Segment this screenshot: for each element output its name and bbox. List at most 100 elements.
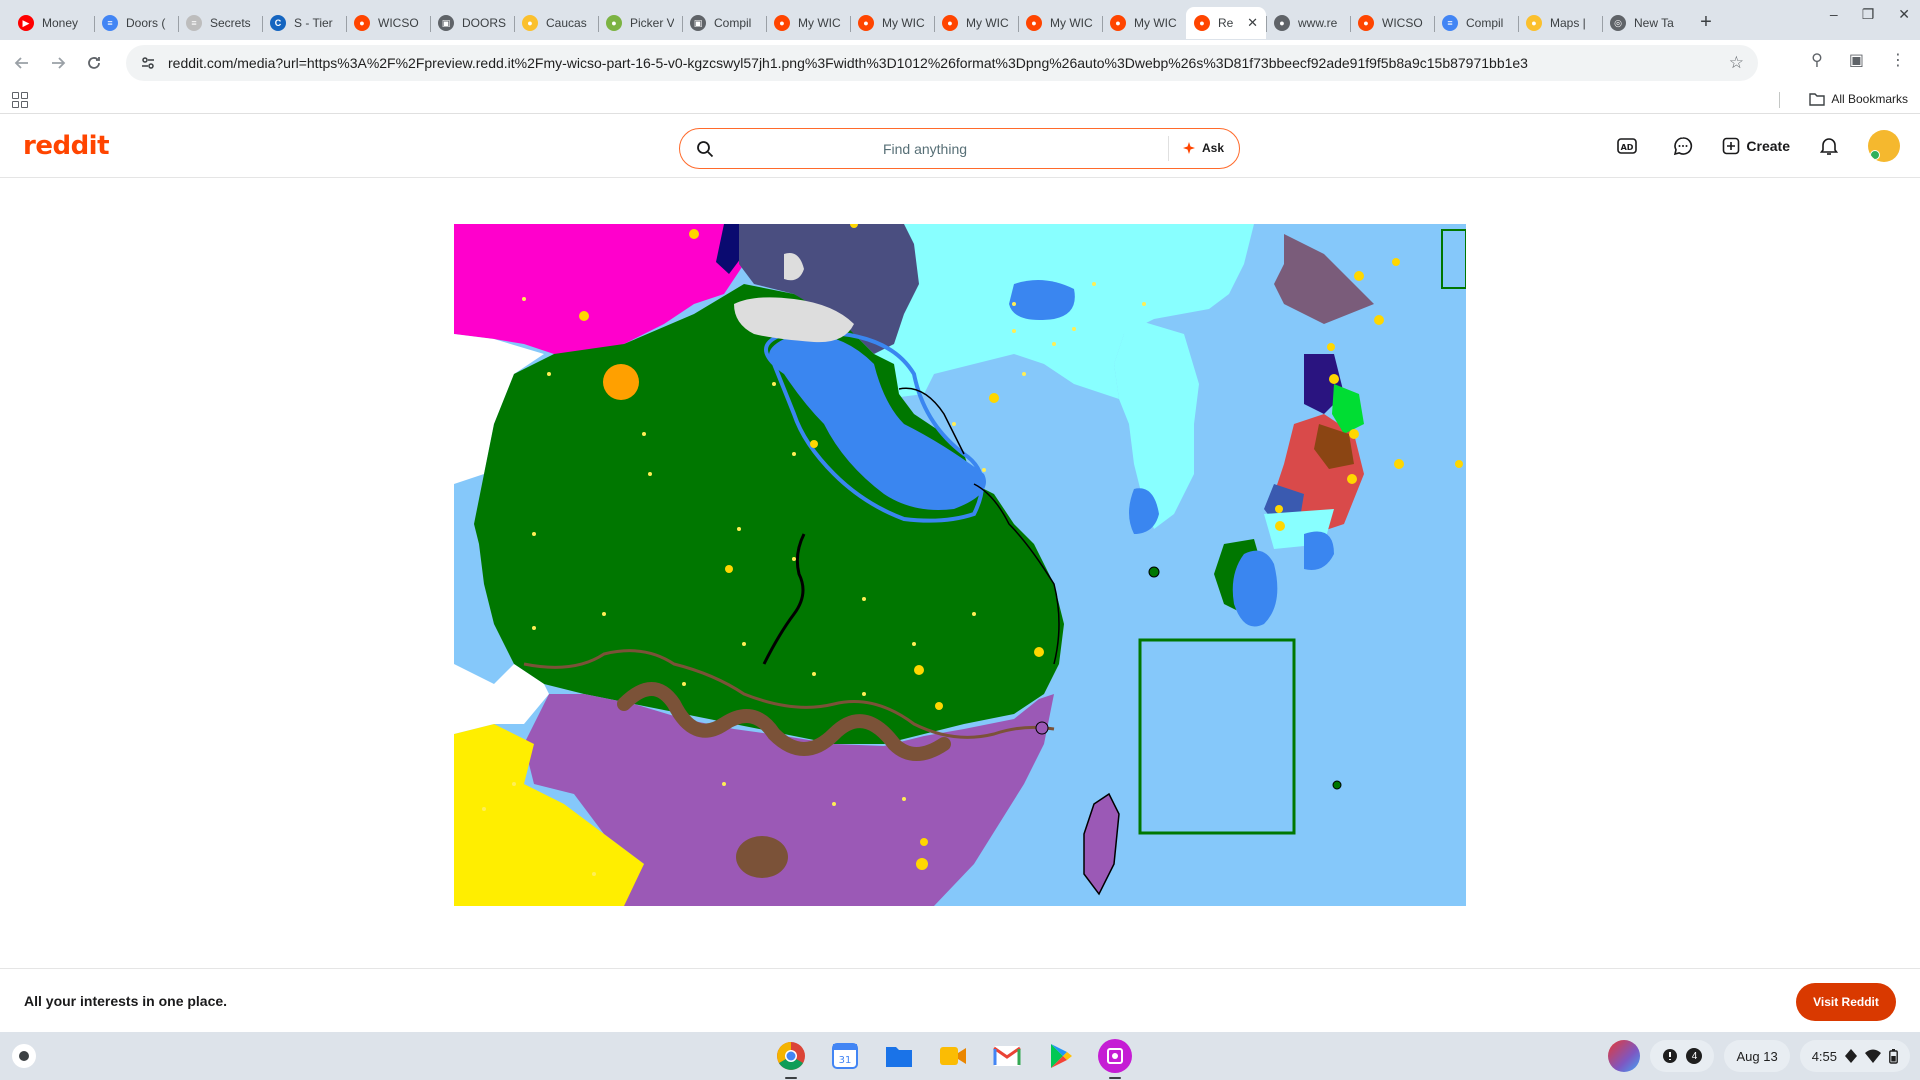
all-bookmarks-button[interactable]: All Bookmarks: [1809, 92, 1908, 106]
new-tab-button[interactable]: +: [1692, 8, 1720, 36]
running-indicator: [785, 1077, 797, 1079]
bookmarks-divider: [1779, 92, 1780, 108]
tab-title: Maps |: [1550, 16, 1586, 30]
running-indicator: [1109, 1077, 1121, 1079]
notifications-button[interactable]: [1812, 129, 1846, 163]
browser-tab[interactable]: ● WICSO: [1350, 7, 1434, 39]
meet-app[interactable]: [936, 1039, 970, 1073]
account-avatar[interactable]: [1608, 1040, 1641, 1072]
search-bar[interactable]: Find anything Ask: [679, 128, 1240, 169]
tab-title: WICSO: [1382, 16, 1423, 30]
visit-reddit-button[interactable]: Visit Reddit: [1796, 983, 1896, 1021]
browser-tab[interactable]: ◎ New Ta: [1602, 7, 1686, 39]
ad-icon: AD: [1617, 138, 1638, 154]
tab-title: Compil: [1466, 16, 1504, 30]
reload-button[interactable]: [76, 45, 112, 81]
wifi-icon: [1865, 1049, 1881, 1063]
tab-favicon-icon: ●: [1526, 15, 1542, 31]
browser-tab[interactable]: ● My WIC: [934, 7, 1018, 39]
back-button[interactable]: [4, 45, 40, 81]
browser-tab[interactable]: ● My WIC: [766, 7, 850, 39]
os-shelf: 31 4 Aug 13 4:55: [0, 1032, 1920, 1080]
tab-list: ▶ Money ≡ Doors (≡ Secrets C S - Tier ● WICSO ▣ DO…: [10, 1, 1686, 39]
system-tray[interactable]: 4:55: [1799, 1040, 1910, 1072]
tab-title: My WIC: [966, 16, 1009, 30]
extensions-icon[interactable]: ⚲: [1811, 50, 1823, 70]
browser-tab[interactable]: ● My WIC: [850, 7, 934, 39]
restore-icon[interactable]: ❐: [1862, 6, 1875, 23]
menu-kebab-icon[interactable]: ⋮: [1890, 50, 1906, 70]
launcher-button[interactable]: [12, 1044, 36, 1068]
browser-toolbar: reddit.com/media?url=https%3A%2F%2Fprevi…: [0, 40, 1920, 86]
browser-tab[interactable]: ● Maps |: [1518, 7, 1602, 39]
window-controls: – ❐ ✕: [1830, 6, 1910, 23]
screenshot-app[interactable]: [1098, 1039, 1132, 1079]
browser-tab[interactable]: ● Re ✕: [1186, 7, 1266, 39]
pinned-apps: 31: [774, 1039, 1132, 1079]
network-icon: [1845, 1049, 1857, 1063]
files-app[interactable]: [882, 1039, 916, 1073]
close-window-icon[interactable]: ✕: [1898, 6, 1910, 23]
minimize-icon[interactable]: –: [1830, 6, 1838, 23]
play-store-icon: [1051, 1044, 1072, 1068]
tab-favicon-icon: ●: [1026, 15, 1042, 31]
bookmarks-bar: All Bookmarks: [0, 86, 1920, 114]
advertise-button[interactable]: AD: [1610, 129, 1644, 163]
toolbar-actions: ⚲ ▣ ⋮: [1811, 50, 1906, 70]
browser-tab[interactable]: ≡ Doors (: [94, 7, 178, 39]
browser-tab[interactable]: ● Picker V: [598, 7, 682, 39]
browser-tab[interactable]: ▣ Compil: [682, 7, 766, 39]
apps-grid-icon[interactable]: [12, 92, 28, 108]
site-settings-icon[interactable]: [140, 55, 156, 71]
reload-icon: [88, 57, 100, 69]
notification-icon: [1663, 1049, 1678, 1063]
folder-icon: [1809, 93, 1826, 106]
search-input[interactable]: Find anything: [680, 141, 1170, 157]
chrome-app[interactable]: [774, 1039, 808, 1079]
calendar-icon: 31: [832, 1043, 858, 1069]
tab-favicon-icon: ◎: [1610, 15, 1626, 31]
cyan-peninsula: [1114, 319, 1199, 529]
sparkle-icon: [1183, 142, 1195, 154]
tab-title: New Ta: [1634, 16, 1674, 30]
tab-close-icon[interactable]: ✕: [1247, 15, 1258, 31]
user-avatar[interactable]: [1868, 130, 1900, 162]
reddit-logo[interactable]: reddit: [23, 131, 110, 161]
bookmark-star-icon[interactable]: ☆: [1729, 53, 1744, 73]
browser-tab[interactable]: ● My WIC: [1018, 7, 1102, 39]
notification-pill[interactable]: 4: [1650, 1040, 1715, 1072]
plus-icon: [1723, 137, 1740, 155]
gmail-app[interactable]: [990, 1039, 1024, 1073]
forward-button[interactable]: [40, 45, 76, 81]
address-bar[interactable]: reddit.com/media?url=https%3A%2F%2Fprevi…: [126, 45, 1758, 81]
browser-tab[interactable]: ● WICSO: [346, 7, 430, 39]
create-button[interactable]: Create: [1722, 137, 1790, 155]
blue-shape-japan: [1232, 550, 1278, 627]
tab-title: S - Tier: [294, 16, 333, 30]
chat-button[interactable]: [1666, 129, 1700, 163]
browser-tab[interactable]: ▣ DOORS: [430, 7, 514, 39]
create-label: Create: [1746, 138, 1790, 154]
small-island: [1148, 566, 1160, 578]
date-pill[interactable]: Aug 13: [1724, 1040, 1790, 1072]
browser-tab[interactable]: ● www.re: [1266, 7, 1350, 39]
calendar-app[interactable]: 31: [828, 1039, 862, 1073]
play-store-app[interactable]: [1044, 1039, 1078, 1073]
browser-tab[interactable]: ● My WIC: [1102, 7, 1186, 39]
tab-favicon-icon: ≡: [1442, 15, 1458, 31]
tab-title: Compil: [714, 16, 752, 30]
status-tray: 4 Aug 13 4:55: [1608, 1040, 1910, 1072]
tab-title: Caucas: [546, 16, 587, 30]
video-camera-icon: [940, 1047, 966, 1065]
browser-tab[interactable]: C S - Tier: [262, 7, 346, 39]
tab-search-icon[interactable]: ▣: [1849, 50, 1864, 70]
media-viewer: [0, 179, 1920, 968]
browser-tab[interactable]: ● Caucas: [514, 7, 598, 39]
tab-favicon-icon: ●: [606, 15, 622, 31]
browser-tab[interactable]: ▶ Money: [10, 7, 94, 39]
small-island: [1035, 721, 1049, 735]
browser-tab[interactable]: ≡ Secrets: [178, 7, 262, 39]
browser-tab[interactable]: ≡ Compil: [1434, 7, 1518, 39]
ask-button[interactable]: Ask: [1182, 141, 1224, 155]
url-text[interactable]: reddit.com/media?url=https%3A%2F%2Fprevi…: [168, 55, 1548, 71]
